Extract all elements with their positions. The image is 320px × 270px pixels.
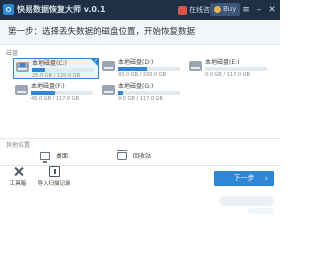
location-desktop[interactable]: 桌面 <box>40 152 80 163</box>
hard-drive-icon <box>102 61 115 71</box>
drive-usage-bar <box>118 67 180 71</box>
minimize-icon[interactable]: – <box>254 4 264 16</box>
drive-card-e[interactable]: 本地磁盘(E:) 0.0 GB / 117.0 GB <box>187 58 273 79</box>
import-scan-button[interactable]: 导入扫描记录 <box>36 166 72 191</box>
buy-button[interactable]: Buy <box>210 3 241 16</box>
drives-section-label: 磁盘 <box>6 50 19 57</box>
check-icon: ✓ <box>93 58 98 64</box>
drive-usage-bar <box>32 68 94 72</box>
trash-icon <box>117 150 127 160</box>
monitor-icon <box>40 152 50 163</box>
step-title: 第一步：选择丢失数据的磁盘位置，开始恢复数据 <box>8 27 196 37</box>
drive-size: 46.0 GB / 117.0 GB <box>31 96 80 102</box>
drive-usage-fill <box>31 91 56 95</box>
drive-size: 25.0 GB / 120.0 GB <box>32 73 81 79</box>
buy-label: Buy <box>223 5 237 13</box>
toolbox-button[interactable]: 工具箱 <box>2 166 34 191</box>
drive-card-g[interactable]: 本地磁盘(G:) 9.0 GB / 117.0 GB <box>100 82 186 103</box>
next-step-label: 下一步 <box>233 174 255 182</box>
toolbox-label: 工具箱 <box>9 181 27 187</box>
tools-icon <box>13 166 24 177</box>
drive-card-f[interactable]: 本地磁盘(F:) 46.0 GB / 117.0 GB <box>13 82 99 103</box>
hard-drive-icon <box>102 85 115 95</box>
app-title: 快易数据恢复大师 v.0.1 <box>17 5 106 14</box>
faded-element <box>247 208 274 214</box>
import-icon <box>49 166 60 177</box>
drive-size: 93.0 GB / 200.0 GB <box>118 72 167 78</box>
drive-card-c[interactable]: 本地磁盘(C:) 25.0 GB / 120.0 GB ✓ <box>13 58 99 79</box>
chevron-right-icon: › <box>264 174 268 183</box>
coin-icon <box>214 5 221 13</box>
drive-usage-bar <box>205 67 267 71</box>
drive-usage-bar <box>31 91 93 95</box>
system-drive-icon <box>16 62 29 72</box>
drive-usage-fill <box>32 68 46 72</box>
step-header: 第一步：选择丢失数据的磁盘位置，开始恢复数据 <box>0 20 280 45</box>
location-recycle-bin[interactable]: 回收站 <box>117 150 162 162</box>
drive-name: 本地磁盘(C:) <box>32 60 67 67</box>
drive-usage-fill <box>118 91 123 95</box>
app-logo-icon <box>3 4 14 15</box>
drive-name: 本地磁盘(E:) <box>205 59 240 66</box>
location-label: 回收站 <box>133 153 152 160</box>
chat-icon <box>178 5 187 15</box>
section-divider <box>0 138 280 139</box>
next-step-button[interactable]: 下一步 › <box>214 171 274 186</box>
drive-name: 本地磁盘(D:) <box>118 59 154 66</box>
location-label: 桌面 <box>56 153 69 160</box>
faded-element <box>219 196 274 206</box>
hard-drive-icon <box>189 61 202 71</box>
drive-size: 9.0 GB / 117.0 GB <box>118 96 163 102</box>
drive-card-d[interactable]: 本地磁盘(D:) 93.0 GB / 200.0 GB <box>100 58 186 79</box>
import-scan-label: 导入扫描记录 <box>37 181 71 187</box>
title-bar: 快易数据恢复大师 v.0.1 在线咨询 Buy ≡ – ✕ <box>0 0 280 20</box>
drive-size: 0.0 GB / 117.0 GB <box>205 72 250 78</box>
drive-name: 本地磁盘(G:) <box>118 83 154 90</box>
drive-usage-bar <box>118 91 180 95</box>
locations-section-label: 其他位置 <box>6 142 31 149</box>
drive-name: 本地磁盘(F:) <box>31 83 65 90</box>
hard-drive-icon <box>15 85 28 95</box>
close-icon[interactable]: ✕ <box>267 4 277 16</box>
menu-icon[interactable]: ≡ <box>241 4 251 16</box>
drive-usage-fill <box>118 67 148 71</box>
